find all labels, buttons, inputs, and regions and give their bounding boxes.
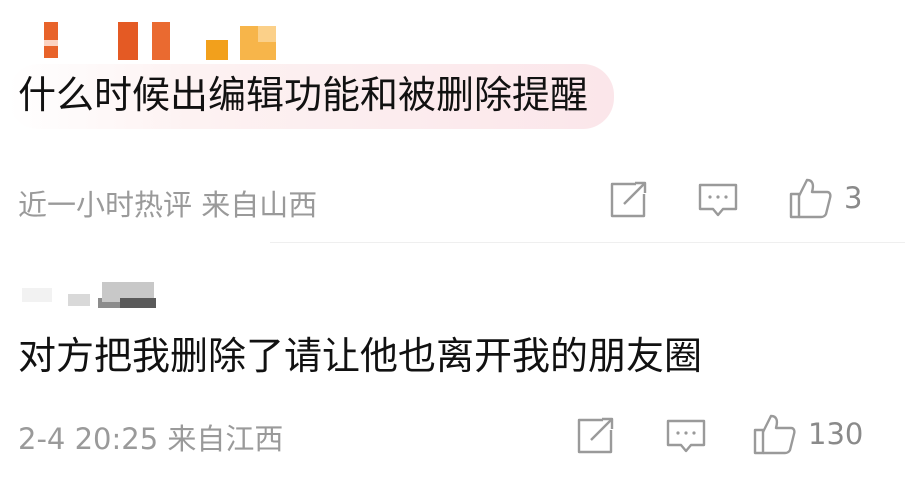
like-button[interactable]: 130 [752,412,863,456]
like-button[interactable]: 3 [788,176,862,220]
username-redacted [22,278,272,318]
like-icon [789,178,832,219]
comment-text: 对方把我删除了请让他也离开我的朋友圈 [18,334,703,378]
like-count: 3 [844,181,863,215]
comment-button[interactable] [665,418,707,454]
comment-item: 什么时候出编辑功能和被删除提醒 近一小时热评 来自山西 3 [0,0,905,240]
comment-button[interactable] [697,182,739,218]
like-count: 130 [808,417,864,451]
share-icon [610,181,647,218]
share-button[interactable] [608,181,648,219]
username-redacted [44,22,294,62]
like-icon [753,414,796,455]
comment-item: 对方把我删除了请让他也离开我的朋友圈 2-4 20:25 来自江西 130 [0,240,905,480]
comment-meta: 近一小时热评 来自山西 [18,188,318,222]
comment-icon [698,183,738,217]
comment-icon [666,419,706,453]
comment-text: 什么时候出编辑功能和被删除提醒 [8,64,615,129]
comment-meta: 2-4 20:25 来自江西 [18,422,284,456]
share-button[interactable] [575,417,615,455]
share-icon [577,417,614,454]
